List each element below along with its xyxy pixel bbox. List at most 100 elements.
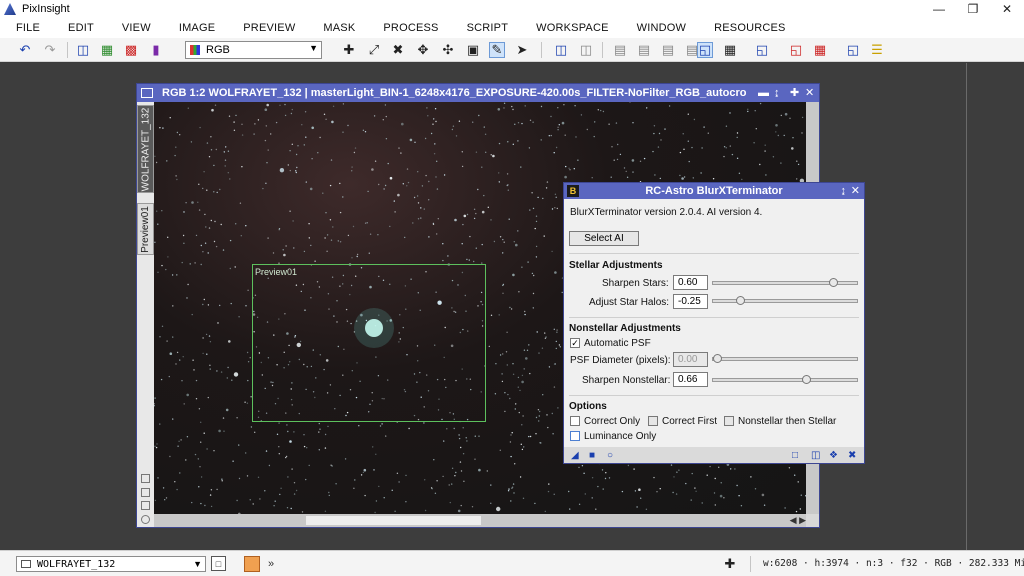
plugin-icon[interactable]: ☰ <box>869 42 885 58</box>
screen-transfer-icon[interactable]: ◱ <box>754 42 770 58</box>
minimize-icon[interactable]: — <box>922 0 956 18</box>
check-mark-icon: ✓ <box>571 338 579 348</box>
scrollbar-thumb[interactable] <box>306 516 481 525</box>
adjust-halos-input[interactable]: -0.25 <box>673 294 708 309</box>
menu-file[interactable]: FILE <box>0 22 52 34</box>
slider-knob[interactable] <box>713 354 722 363</box>
adjust-halos-slider[interactable] <box>712 296 858 305</box>
side-arrow-icon[interactable] <box>141 474 150 483</box>
app-title: PixInsight <box>22 3 70 15</box>
sharpen-stars-slider[interactable] <box>712 278 858 287</box>
menu-script[interactable]: SCRIPT <box>451 22 521 34</box>
expand-icon[interactable]: » <box>263 556 279 572</box>
scroll-arrows-icon[interactable]: ◀ ▶ <box>790 514 806 527</box>
reset-icon[interactable]: ✖ <box>848 450 856 461</box>
menu-window[interactable]: WINDOW <box>621 22 698 34</box>
redo-icon[interactable]: ↷ <box>42 42 58 58</box>
nonstellar-heading: Nonstellar Adjustments <box>569 323 681 334</box>
menu-edit[interactable]: EDIT <box>52 22 106 34</box>
zoom-icon[interactable]: ✖ <box>390 42 406 58</box>
channel-select[interactable]: RGB ▼ <box>185 41 322 59</box>
new-instance-icon[interactable]: ◢ <box>571 450 579 461</box>
close-icon[interactable]: ✕ <box>990 0 1024 18</box>
psf-diameter-input[interactable]: 0.00 <box>673 352 708 367</box>
mask-show-icon[interactable]: ▤ <box>636 42 652 58</box>
view-selector[interactable]: WOLFRAYET_132 ▼ <box>16 556 206 572</box>
apply-icon[interactable]: ■ <box>589 450 595 461</box>
view-explorer-icon[interactable]: □ <box>211 556 226 571</box>
dialog-separator <box>569 317 859 318</box>
status-bar: WOLFRAYET_132 ▼ □ » ✚ w:6208 · h:3974 · … <box>0 550 1024 576</box>
menu-preview[interactable]: PREVIEW <box>227 22 307 34</box>
readout-icon[interactable]: ◱ <box>845 42 861 58</box>
luminance-only-checkbox[interactable] <box>570 431 580 441</box>
restore-icon[interactable]: ❐ <box>956 0 990 18</box>
tab-main-view-label: WOLFRAYET_132 <box>140 107 152 191</box>
select-ai-button[interactable]: Select AI <box>569 231 639 246</box>
menu-resources[interactable]: RESOURCES <box>698 22 797 34</box>
maximize-icon[interactable]: ✚ <box>790 84 799 102</box>
preview-rectangle[interactable]: Preview01 <box>252 264 486 422</box>
preview-label: Preview01 <box>255 267 298 277</box>
toolbar-separator <box>67 42 68 58</box>
slider-knob[interactable] <box>828 278 838 287</box>
color-image-icon[interactable]: ▩ <box>123 42 139 58</box>
apply-global-icon[interactable]: ○ <box>607 450 613 461</box>
sharpen-stars-input[interactable]: 0.60 <box>673 275 708 290</box>
stf-reset-icon[interactable]: ◱ <box>788 42 804 58</box>
window-layout-icon[interactable]: ◫ <box>553 42 569 58</box>
sharpen-nonstellar-slider[interactable] <box>712 375 858 384</box>
dialog-shade-icon[interactable]: ↨ <box>841 183 847 199</box>
mask-invert-icon[interactable]: ▤ <box>660 42 676 58</box>
zoom-fit-icon[interactable]: ⤢ <box>366 42 382 58</box>
image-window-title: RGB 1:2 WOLFRAYET_132 | masterLight_BIN-… <box>162 87 747 99</box>
slider-knob[interactable] <box>735 296 745 305</box>
preview-layout-icon[interactable]: ◫ <box>578 42 594 58</box>
channel-select-value: RGB <box>206 44 230 56</box>
stf-display-icon[interactable]: ◱ <box>697 42 713 58</box>
fullscreen-icon[interactable]: ▣ <box>465 42 481 58</box>
side-circle-icon[interactable] <box>141 515 150 524</box>
menu-view[interactable]: VIEW <box>106 22 163 34</box>
color-swatch-icon[interactable] <box>244 556 260 572</box>
edit-mode-icon[interactable]: ✎ <box>489 42 505 58</box>
sharpen-nonstellar-input[interactable]: 0.66 <box>673 372 708 387</box>
tab-main-view[interactable]: WOLFRAYET_132 <box>137 105 154 193</box>
shade-icon[interactable]: ▬ <box>758 84 769 102</box>
crosshair-icon[interactable]: ✚ <box>722 556 738 572</box>
undo-icon[interactable]: ↶ <box>17 42 33 58</box>
dialog-close-icon[interactable]: ✕ <box>851 183 860 199</box>
psf-diameter-slider[interactable] <box>712 354 858 363</box>
pointer-icon[interactable]: ➤ <box>514 42 530 58</box>
side-move-icon[interactable] <box>141 488 150 497</box>
crosshair-icon[interactable]: ✚ <box>341 42 357 58</box>
tab-preview01[interactable]: Preview01 <box>137 203 154 255</box>
dialog-header[interactable]: B RC-Astro BlurXTerminator ↨ ✕ <box>564 183 864 199</box>
channel-icon[interactable]: ▮ <box>148 42 164 58</box>
preferences-icon[interactable]: □ <box>792 450 798 461</box>
automatic-psf-checkbox[interactable]: ✓ <box>570 338 580 348</box>
menu-image[interactable]: IMAGE <box>163 22 227 34</box>
move-icon[interactable]: ✣ <box>440 42 456 58</box>
dialog-title: RC-Astro BlurXTerminator <box>645 185 783 197</box>
new-image-icon[interactable]: ▦ <box>99 42 115 58</box>
iconize-icon[interactable]: ↨ <box>774 84 780 102</box>
pan-icon[interactable]: ✥ <box>415 42 431 58</box>
image-close-icon[interactable]: ✕ <box>805 84 814 102</box>
documentation-icon[interactable]: ◫ <box>811 450 820 461</box>
menu-mask[interactable]: MASK <box>307 22 367 34</box>
settings-wrench-icon[interactable]: ❖ <box>829 450 838 461</box>
side-copy-icon[interactable] <box>141 501 150 510</box>
mask-new-icon[interactable]: ▤ <box>612 42 628 58</box>
menu-process[interactable]: PROCESS <box>367 22 450 34</box>
menu-workspace[interactable]: WORKSPACE <box>520 22 621 34</box>
correct-first-checkbox[interactable] <box>648 416 658 426</box>
correct-only-checkbox[interactable] <box>570 416 580 426</box>
nonstellar-then-stellar-checkbox[interactable] <box>724 416 734 426</box>
stf-auto-icon[interactable]: ▦ <box>722 42 738 58</box>
image-properties-icon[interactable]: ◫ <box>75 42 91 58</box>
image-window-header[interactable]: RGB 1:2 WOLFRAYET_132 | masterLight_BIN-… <box>137 84 819 102</box>
psf-diameter-label: PSF Diameter (pixels): <box>570 355 671 366</box>
stf-clear-icon[interactable]: ▦ <box>812 42 828 58</box>
image-horizontal-scrollbar[interactable]: ◀ ▶ <box>154 514 806 527</box>
